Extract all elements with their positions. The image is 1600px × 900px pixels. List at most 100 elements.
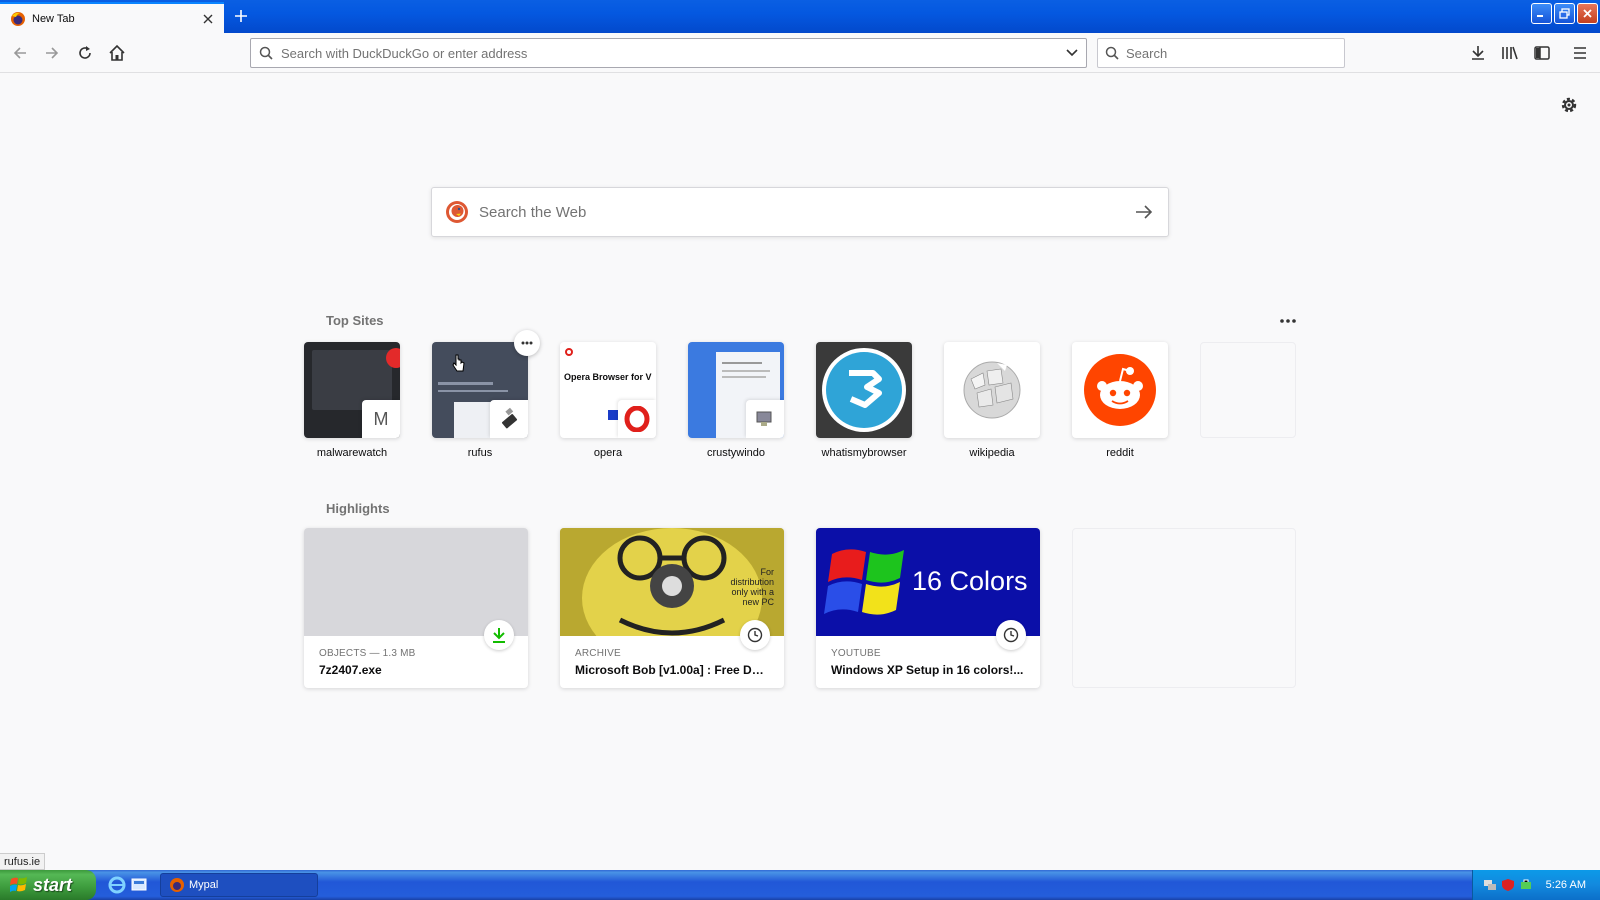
new-tab-button[interactable]: [230, 5, 252, 27]
minimize-button[interactable]: [1531, 3, 1552, 24]
highlight-image-text: 16 Colors: [912, 566, 1028, 596]
site-context-menu-button[interactable]: [514, 330, 540, 356]
window-controls: [1531, 3, 1598, 24]
more-options-icon: [1280, 319, 1296, 323]
home-icon[interactable]: [105, 41, 129, 65]
highlight-card-windows-xp-16-colors[interactable]: 16 Colors YOUTUBE Windows XP Setup in 16…: [816, 528, 1040, 688]
internet-explorer-icon[interactable]: [108, 876, 126, 894]
site-thumbnail: M: [304, 342, 400, 438]
gear-icon[interactable]: [1558, 94, 1580, 116]
taskbar: start Mypal 5:26 AM: [0, 870, 1600, 900]
site-thumbnail: [816, 342, 912, 438]
start-button[interactable]: start: [0, 870, 96, 900]
top-site-opera[interactable]: Opera Browser for V opera: [560, 342, 656, 459]
menu-icon[interactable]: [1568, 41, 1592, 65]
search-input[interactable]: [1126, 45, 1344, 61]
opera-logo-icon: [618, 400, 656, 438]
chevron-down-icon[interactable]: [1058, 48, 1086, 58]
top-site-empty-slot[interactable]: [1200, 342, 1296, 447]
site-thumbnail: [688, 342, 784, 438]
system-tray: 5:26 AM: [1472, 870, 1600, 900]
highlight-context: OBJECTS — 1.3 MB: [319, 648, 416, 659]
top-site-whatismybrowser[interactable]: whatismybrowser: [816, 342, 912, 459]
search-bar[interactable]: [1097, 38, 1345, 68]
top-site-wikipedia[interactable]: wikipedia: [944, 342, 1040, 459]
site-label: rufus: [467, 447, 493, 459]
site-snippet: Opera Browser for V: [564, 372, 652, 382]
navigation-toolbar: [0, 33, 1600, 73]
safely-remove-hardware-icon[interactable]: [1519, 878, 1533, 892]
site-thumbnail: [944, 342, 1040, 438]
usb-drive-icon: [490, 400, 528, 438]
xp-computer-icon: [746, 400, 784, 438]
site-thumbnail: Opera Browser for V: [560, 342, 656, 438]
windows-flag-icon: [824, 549, 904, 615]
site-label: wikipedia: [969, 447, 1015, 459]
highlight-card-empty: [1072, 528, 1296, 688]
web-search-input[interactable]: [479, 203, 1120, 221]
highlights-title: Highlights: [326, 501, 390, 516]
site-thumbnail: [1200, 342, 1296, 438]
more-options-icon: [521, 341, 533, 345]
security-shield-icon[interactable]: [1501, 878, 1515, 892]
search-icon: [1098, 46, 1126, 60]
download-icon[interactable]: [1466, 41, 1490, 65]
status-url: rufus.ie: [0, 853, 46, 870]
highlight-title: Windows XP Setup in 16 colors!...: [831, 663, 1024, 677]
top-sites-grid: M malwarewatch rufus Opera Browser for V…: [304, 330, 1296, 472]
restore-button[interactable]: [1554, 3, 1575, 24]
whatismybrowser-logo-icon: [822, 348, 906, 432]
start-label: start: [33, 874, 73, 895]
address-bar[interactable]: [250, 38, 1087, 68]
site-label: whatismybrowser: [821, 447, 907, 459]
site-letter-icon: M: [362, 400, 400, 438]
web-search-box[interactable]: [431, 187, 1169, 237]
back-arrow-icon[interactable]: [8, 41, 32, 65]
highlights-grid: OBJECTS — 1.3 MB 7z2407.exe For distribu…: [304, 528, 1296, 688]
download-icon: [484, 620, 514, 650]
tab-title: New Tab: [32, 12, 75, 25]
duckduckgo-logo-icon: [446, 201, 468, 223]
clock: 5:26 AM: [1545, 879, 1586, 891]
site-label: reddit: [1106, 447, 1134, 459]
network-icon[interactable]: [1483, 878, 1497, 892]
mypal-logo-icon: [170, 878, 184, 892]
sidebar-icon[interactable]: [1530, 41, 1554, 65]
highlight-title: Microsoft Bob [v1.00a] : Free Do...: [575, 663, 769, 677]
forward-arrow-icon[interactable]: [40, 41, 64, 65]
task-label: Mypal: [189, 879, 219, 891]
search-icon: [251, 46, 281, 60]
close-tab-icon[interactable]: [196, 7, 220, 31]
wikipedia-globe-icon: [963, 361, 1021, 419]
tab-new-tab[interactable]: New Tab: [0, 2, 224, 33]
top-site-crustywindo[interactable]: crustywindo: [688, 342, 784, 459]
top-sites-title: Top Sites: [326, 313, 384, 328]
windows-logo-icon: [10, 877, 27, 892]
site-label: malwarewatch: [316, 447, 388, 459]
clock-icon: [740, 620, 770, 650]
reddit-logo-icon: [1084, 354, 1156, 426]
show-desktop-icon[interactable]: [130, 876, 148, 894]
site-thumbnail: [432, 342, 528, 438]
hand-cursor-icon: [452, 354, 465, 372]
highlight-card-microsoft-bob[interactable]: For distribution only with a new PC ARCH…: [560, 528, 784, 688]
plus-icon: [235, 10, 247, 22]
taskbar-item-mypal[interactable]: Mypal: [160, 873, 318, 897]
firefox-logo-icon: [11, 11, 25, 26]
title-bar: New Tab: [0, 0, 1600, 33]
top-site-reddit[interactable]: reddit: [1072, 342, 1168, 459]
arrow-right-icon[interactable]: [1120, 204, 1168, 220]
close-window-button[interactable]: [1577, 3, 1598, 24]
highlight-card-7z2407[interactable]: OBJECTS — 1.3 MB 7z2407.exe: [304, 528, 528, 688]
site-label: opera: [593, 447, 623, 459]
reload-icon[interactable]: [73, 41, 97, 65]
highlight-context: YOUTUBE: [831, 648, 881, 659]
top-sites-menu-button[interactable]: [1276, 313, 1300, 329]
highlight-image-text: For distribution only with a new PC: [730, 567, 774, 607]
top-site-rufus[interactable]: rufus: [432, 342, 528, 459]
top-site-malwarewatch[interactable]: M malwarewatch: [304, 342, 400, 459]
library-icon[interactable]: [1498, 41, 1522, 65]
site-label: crustywindo: [706, 447, 766, 459]
highlight-context: ARCHIVE: [575, 648, 621, 659]
address-input[interactable]: [281, 45, 1058, 61]
